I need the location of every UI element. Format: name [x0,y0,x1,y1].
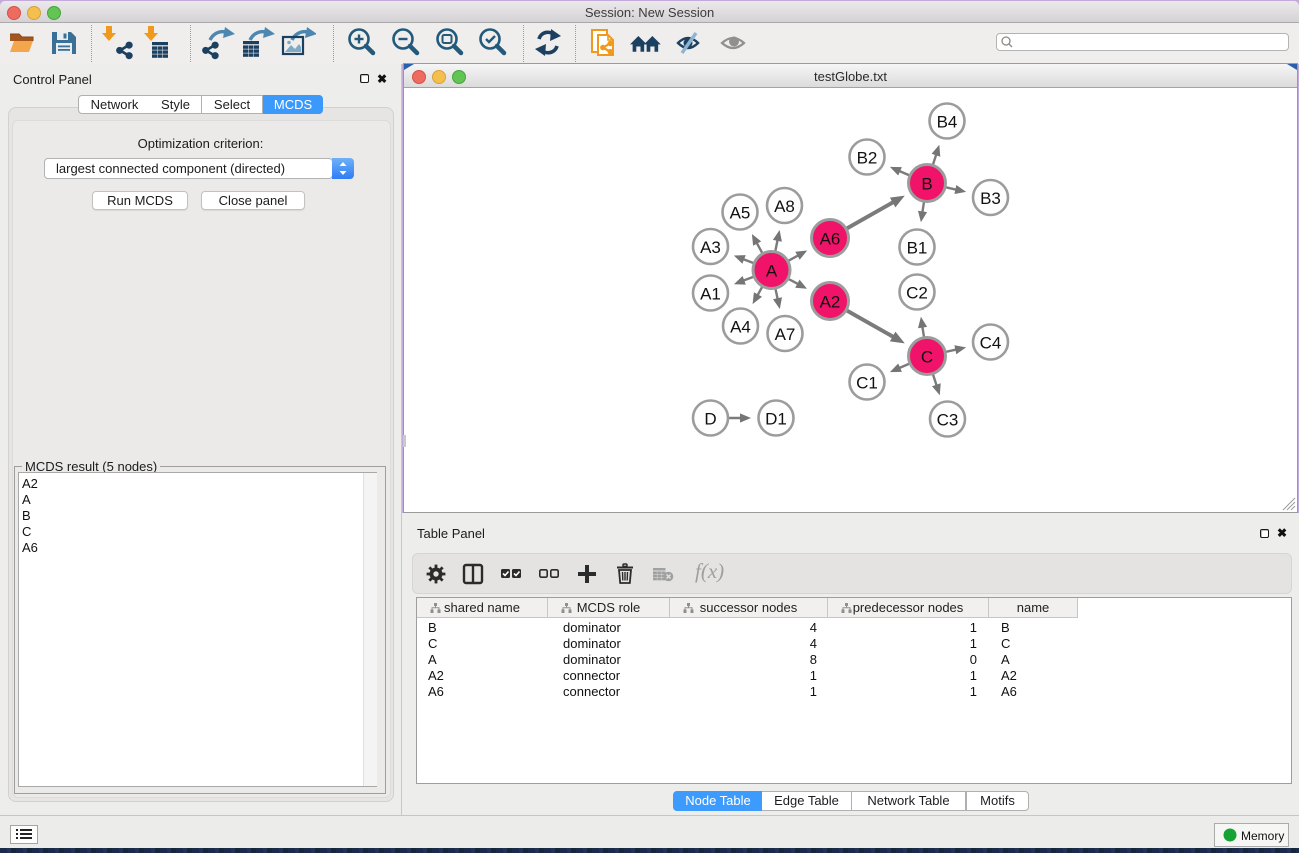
svg-text:A8: A8 [774,197,795,216]
svg-text:A3: A3 [700,238,721,257]
svg-text:B: B [921,175,932,194]
svg-text:A2: A2 [820,293,841,312]
svg-text:A: A [766,262,778,281]
svg-text:B3: B3 [980,189,1001,208]
svg-text:A1: A1 [700,285,721,304]
svg-text:A4: A4 [730,318,751,337]
svg-text:A7: A7 [775,325,796,344]
svg-text:B1: B1 [907,239,928,258]
svg-text:C: C [921,348,933,367]
svg-text:D: D [704,410,716,429]
svg-text:B2: B2 [857,149,878,168]
svg-text:A5: A5 [730,204,751,223]
svg-text:D1: D1 [765,410,787,429]
svg-text:C2: C2 [906,284,928,303]
svg-text:C4: C4 [980,334,1002,353]
svg-text:C3: C3 [937,411,959,430]
svg-text:A6: A6 [820,230,841,249]
svg-text:C1: C1 [856,374,878,393]
svg-text:B4: B4 [937,113,958,132]
